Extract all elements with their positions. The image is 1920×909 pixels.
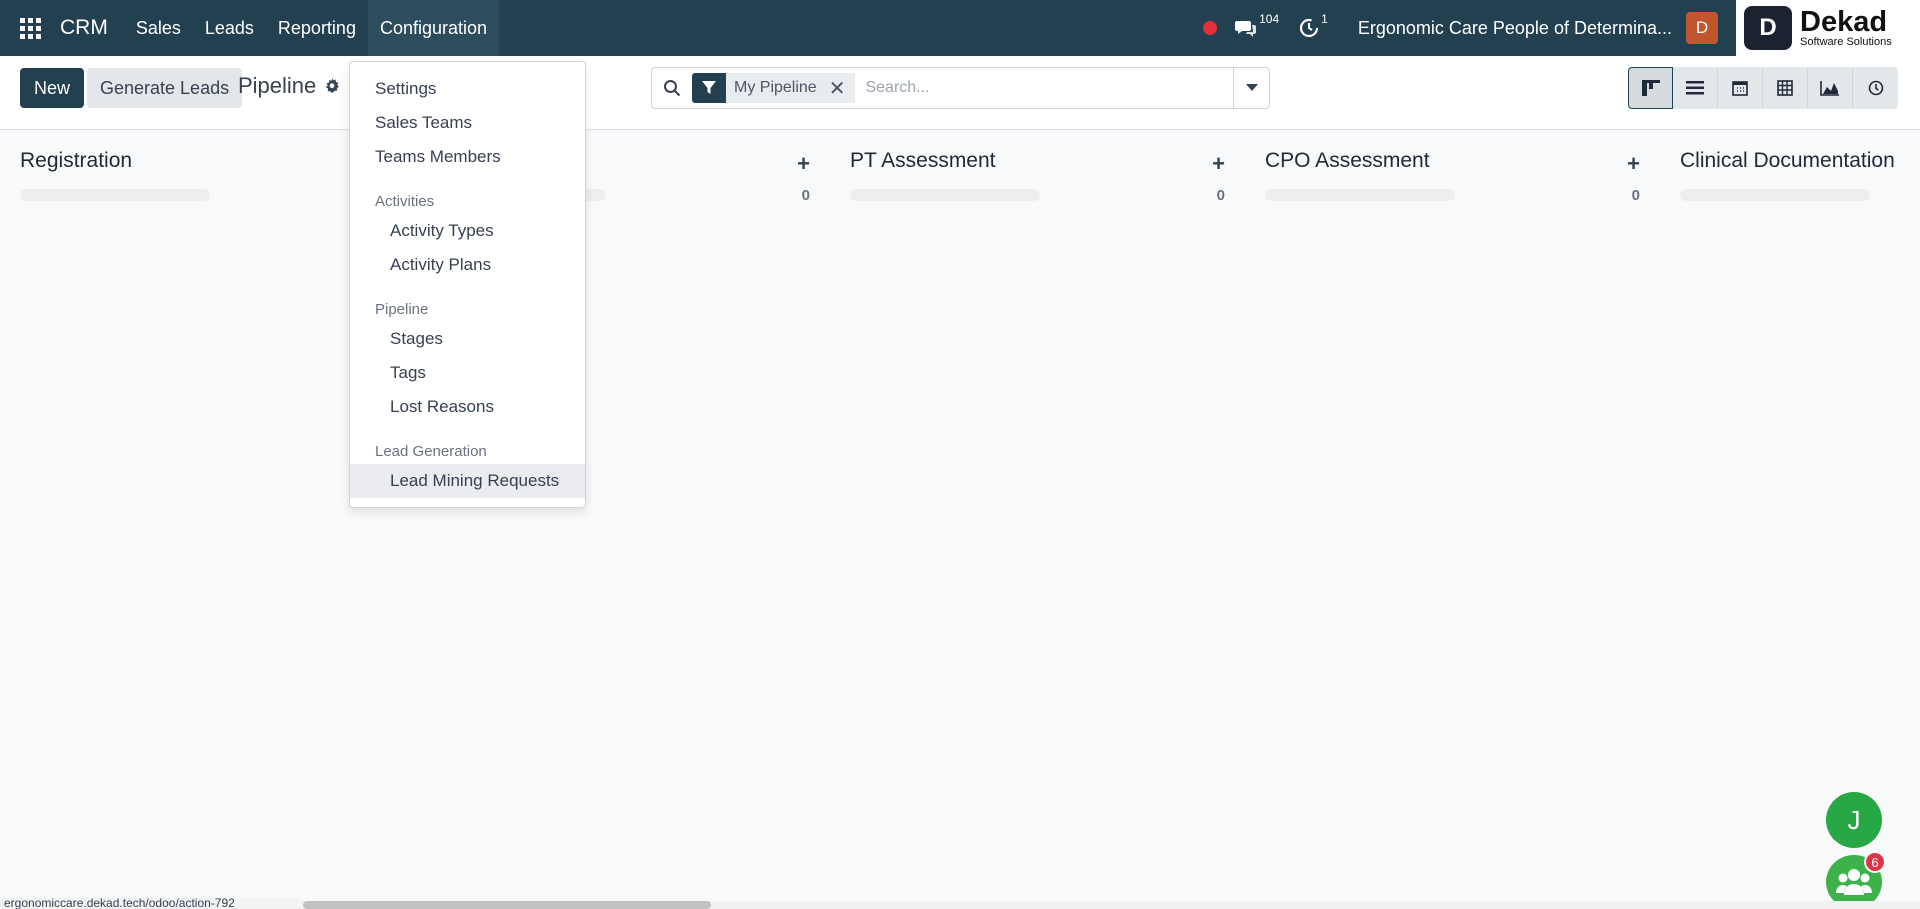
column-progress-bar xyxy=(1265,189,1455,201)
column-progress-bar xyxy=(1680,189,1870,201)
column-title[interactable]: CPO Assessment xyxy=(1265,149,1640,173)
facet-value: My Pipeline xyxy=(734,79,817,96)
gear-icon[interactable] xyxy=(324,78,340,94)
column-progress-bar xyxy=(850,189,1040,201)
scrollbar-thumb[interactable] xyxy=(303,901,711,909)
menu-sales[interactable]: Sales xyxy=(124,0,193,56)
floating-user-avatar[interactable]: J xyxy=(1826,792,1882,848)
list-view-button[interactable] xyxy=(1673,67,1718,109)
filter-icon xyxy=(692,73,726,103)
menu-item-sales-teams[interactable]: Sales Teams xyxy=(350,106,585,140)
list-icon xyxy=(1686,81,1704,95)
kanban-column: CPO Assessment + 0 xyxy=(1265,149,1640,204)
menu-section-activities: Activities xyxy=(375,193,435,210)
search-options-toggle[interactable] xyxy=(1233,68,1269,108)
search-bar: My Pipeline ✕ xyxy=(651,67,1270,109)
chat-unread-badge: 6 xyxy=(1864,851,1886,873)
configuration-dropdown: Settings Sales Teams Teams Members Activ… xyxy=(349,61,586,508)
status-url: ergonomiccare.dekad.tech/odoo/action-792 xyxy=(0,898,300,909)
generate-leads-button[interactable]: Generate Leads xyxy=(87,68,243,108)
recording-indicator-icon[interactable] xyxy=(1203,21,1218,35)
activity-icon xyxy=(1868,80,1883,96)
pivot-icon xyxy=(1777,80,1793,96)
add-quick-create-icon[interactable]: + xyxy=(797,151,810,177)
dekad-mark-icon: D xyxy=(1744,6,1792,50)
search-icon[interactable] xyxy=(652,79,692,97)
menu-item-activity-plans[interactable]: Activity Plans xyxy=(350,248,585,282)
menu-item-stages[interactable]: Stages xyxy=(350,322,585,356)
top-navbar: CRM Sales Leads Reporting Configuration … xyxy=(0,0,1920,56)
column-count: 0 xyxy=(801,187,810,204)
menu-configuration[interactable]: Configuration xyxy=(367,0,500,56)
apps-menu-icon[interactable] xyxy=(0,0,60,56)
messages-count: 104 xyxy=(1259,12,1280,26)
add-quick-create-icon[interactable]: + xyxy=(1212,151,1225,177)
kanban-view-button[interactable] xyxy=(1628,67,1673,109)
filter-facet: My Pipeline ✕ xyxy=(692,73,856,103)
caret-down-icon xyxy=(1245,84,1258,91)
logo-name: Dekad xyxy=(1800,6,1888,38)
chat-bubbles-icon xyxy=(1235,21,1257,37)
menu-item-settings[interactable]: Settings xyxy=(350,72,585,106)
kanban-column: Clinical Documentation xyxy=(1680,149,1920,201)
menu-section-pipeline: Pipeline xyxy=(375,301,429,318)
column-title[interactable]: Clinical Documentation xyxy=(1680,149,1920,173)
kanban-column: PT Assessment + 0 xyxy=(850,149,1225,204)
calendar-view-button[interactable] xyxy=(1718,67,1763,109)
menu-item-lead-mining-requests[interactable]: Lead Mining Requests xyxy=(350,464,585,498)
add-quick-create-icon[interactable]: + xyxy=(1627,151,1640,177)
search-input[interactable] xyxy=(865,79,1233,97)
activity-view-button[interactable] xyxy=(1853,67,1898,109)
menu-item-activity-types[interactable]: Activity Types xyxy=(350,214,585,248)
menu-item-teams-members[interactable]: Teams Members xyxy=(350,140,585,174)
view-switcher xyxy=(1628,67,1898,109)
user-avatar[interactable]: D xyxy=(1686,12,1718,44)
company-switcher[interactable]: Ergonomic Care People of Determina... xyxy=(1358,18,1672,39)
column-count: 0 xyxy=(1631,187,1640,204)
column-title[interactable]: PT Assessment xyxy=(850,149,1225,173)
pivot-view-button[interactable] xyxy=(1763,67,1808,109)
logo-subtitle: Software Solutions xyxy=(1800,36,1892,48)
activities-systray[interactable]: 1 xyxy=(1299,12,1328,38)
activities-count: 1 xyxy=(1321,12,1328,26)
remove-facet-icon[interactable]: ✕ xyxy=(825,73,856,103)
new-button[interactable]: New xyxy=(20,68,85,108)
kanban-icon xyxy=(1641,80,1660,96)
menu-leads[interactable]: Leads xyxy=(193,0,266,56)
breadcrumb: Pipeline xyxy=(238,73,340,99)
control-panel: New Generate Leads Pipeline My Pipeline … xyxy=(0,56,1920,130)
menu-reporting[interactable]: Reporting xyxy=(266,0,368,56)
column-count: 0 xyxy=(1216,187,1225,204)
menu-item-tags[interactable]: Tags xyxy=(350,356,585,390)
graph-icon xyxy=(1820,81,1839,96)
menu-section-lead-generation: Lead Generation xyxy=(375,443,487,460)
app-brand[interactable]: CRM xyxy=(60,16,108,40)
column-progress-bar xyxy=(20,189,210,201)
kanban-board: Registration + + 0 PT Assessment + 0 CPO… xyxy=(0,131,1920,891)
page-title: Pipeline xyxy=(238,73,317,98)
dekad-logo: D Dekad Software Solutions xyxy=(1736,0,1920,56)
graph-view-button[interactable] xyxy=(1808,67,1853,109)
messages-systray[interactable]: 104 xyxy=(1235,12,1279,38)
clock-icon xyxy=(1300,18,1319,38)
calendar-icon xyxy=(1732,81,1748,96)
menu-item-lost-reasons[interactable]: Lost Reasons xyxy=(350,390,585,424)
